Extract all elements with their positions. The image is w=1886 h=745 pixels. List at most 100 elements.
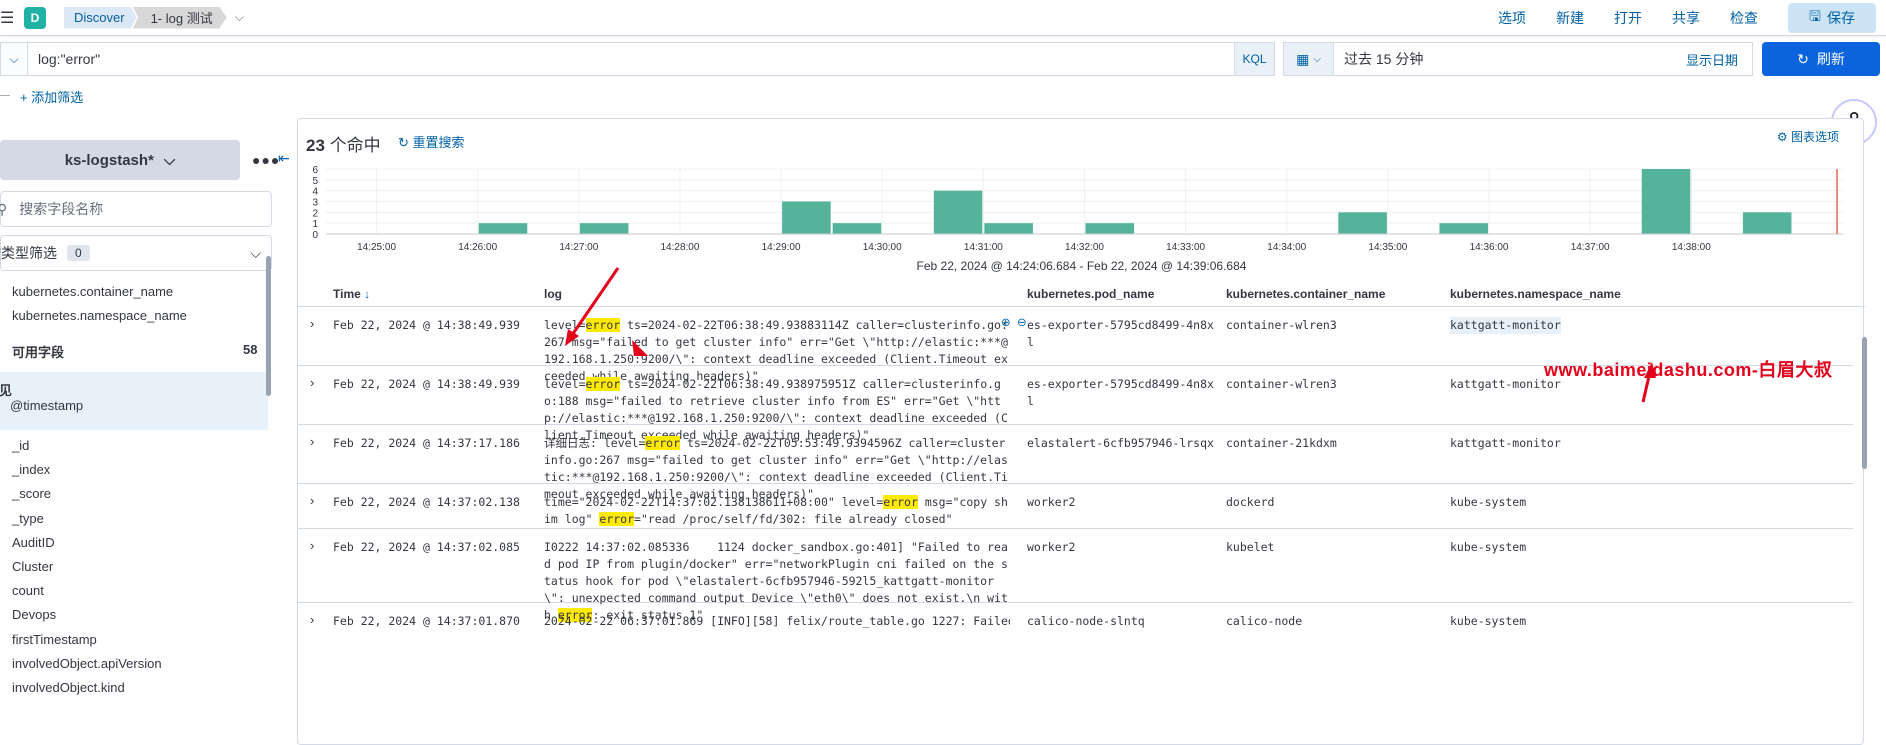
field-item[interactable]: AuditID [12,535,55,550]
field-item[interactable]: involvedObject.kind [12,680,125,695]
results-scrollbar[interactable] [1862,337,1867,469]
avatar[interactable]: D [24,6,46,29]
cell-namespace: kube-system [1450,540,1527,554]
share-link[interactable]: 共享 [1672,8,1700,28]
histogram-bar[interactable] [579,223,629,234]
log-text: 详细日志: level= [544,436,646,450]
histogram-bar[interactable] [832,223,882,234]
inspect-link[interactable]: 检查 [1730,8,1758,28]
selected-field[interactable]: kubernetes.namespace_name [12,308,187,323]
reset-search-link[interactable]: ↻ 重置搜索 [398,132,465,151]
filter-out-value-icon[interactable]: ⊖ [1017,315,1027,332]
x-tick-label: 14:32:00 [1065,242,1104,253]
column-header-container[interactable]: kubernetes.container_name [1226,287,1385,301]
y-tick-label: 6 [312,165,318,176]
histogram-bar[interactable] [1338,212,1387,234]
cell-namespace: kube-system [1450,614,1527,628]
time-range[interactable]: 过去 15 分钟 [1334,49,1686,69]
add-filter-link[interactable]: + 添加筛选 [20,87,83,106]
kql-toggle[interactable]: KQL [1234,43,1274,75]
query-bar: ⌵ log:"error" KQL [0,42,1275,76]
collapse-sidebar-icon[interactable]: ⇤ [278,150,290,167]
expand-icon[interactable]: › [310,374,314,391]
more-options-icon[interactable]: ●●● [252,152,280,168]
index-pattern-label: ks-logstash* [64,151,154,169]
column-header-namespace[interactable]: kubernetes.namespace_name [1450,287,1621,301]
field-item[interactable]: _id [12,438,29,453]
field-item[interactable]: _type [12,511,44,526]
column-header-time[interactable]: Time ↓ [333,287,370,301]
field-item[interactable]: @timestamp [10,398,83,413]
gear-icon: ⚙ [1776,130,1788,144]
field-item[interactable]: count [12,583,44,598]
show-dates-link[interactable]: 显示日期 [1686,50,1738,69]
index-pattern-selector[interactable]: ks-logstash* ⌵ [0,140,240,180]
histogram-bar[interactable] [478,223,528,234]
x-tick-label: 14:34:00 [1267,242,1306,253]
quick-menu-button[interactable]: ▦ ⌵ [1284,43,1334,75]
table-row[interactable]: › Feb 22, 2024 @ 14:37:01.870 2024-02-22… [298,603,1853,643]
hit-suffix: 个命中 [329,136,381,155]
filter-count-badge: 0 [67,245,90,261]
x-tick-label: 14:35:00 [1368,242,1407,253]
chevron-down-icon[interactable]: ⌵ [235,10,244,25]
calendar-icon: ▦ [1296,50,1310,67]
log-text: level= [544,318,586,332]
field-item[interactable]: Cluster [12,559,53,574]
field-search[interactable]: ⚲ 搜索字段名称 [0,191,272,227]
expand-icon[interactable]: › [310,492,314,509]
y-tick-label: 4 [312,187,318,198]
query-input[interactable]: log:"error" [27,43,1234,75]
filter-for-value-icon[interactable]: ⊕ [1001,315,1011,332]
menu-icon[interactable]: ☰ [0,8,14,28]
x-tick-label: 14:31:00 [964,242,1003,253]
cell-log: time="2024-02-22T14:37:02.138138611+08:0… [544,494,1010,528]
x-tick-label: 14:33:00 [1166,242,1205,253]
table-row[interactable]: › Feb 22, 2024 @ 14:37:02.085 I0222 14:3… [298,529,1853,622]
refresh-button[interactable]: ↻ 刷新 [1762,42,1880,76]
open-link[interactable]: 打开 [1614,8,1642,28]
field-search-placeholder: 搜索字段名称 [19,201,104,217]
breadcrumb-discover[interactable]: Discover [64,6,137,29]
highlight: error [585,377,621,391]
expand-icon[interactable]: › [310,315,314,332]
cell-container: container-wlren3 [1226,318,1337,332]
column-header-log[interactable]: log [544,287,562,301]
y-tick-label: 0 [312,230,318,241]
field-item[interactable]: Devops [12,607,56,622]
expand-icon[interactable]: › [310,611,314,628]
column-header-pod[interactable]: kubernetes.pod_name [1027,287,1154,301]
new-link[interactable]: 新建 [1556,8,1584,28]
cell-time: Feb 22, 2024 @ 14:37:02.138 [333,495,520,509]
date-picker: ▦ ⌵ 过去 15 分钟 显示日期 [1283,42,1753,76]
histogram-bar[interactable] [933,190,983,234]
options-link[interactable]: 选项 [1498,8,1526,28]
field-item[interactable]: firstTimestamp [12,632,97,647]
histogram-bar[interactable] [1439,223,1489,234]
sidebar-scrollbar[interactable] [266,256,271,396]
available-fields-title[interactable]: 可用字段 [12,342,64,361]
chart-options-link[interactable]: ⚙ 图表选项 [1777,128,1839,145]
histogram-bar[interactable] [1742,212,1792,234]
sort-down-icon[interactable]: ↓ [364,287,370,301]
log-text: time="2024-02-22T14:37:02.138138611+08:0… [544,495,884,509]
field-item[interactable]: involvedObject.apiVersion [12,656,162,671]
save-icon: 🖫 [1809,8,1821,24]
field-item[interactable]: _score [12,486,51,501]
table-row[interactable]: › Feb 22, 2024 @ 14:37:02.138 time="2024… [298,484,1853,529]
selected-field[interactable]: kubernetes.container_name [12,284,173,299]
save-button[interactable]: 🖫 保存 [1788,3,1876,33]
histogram-bar[interactable] [984,223,1033,234]
expand-icon[interactable]: › [310,537,314,554]
field-item[interactable]: _index [12,462,50,477]
filter-by-type[interactable]: 按类型筛选 0 ⌵ [0,235,272,271]
table-row[interactable]: › Feb 22, 2024 @ 14:37:17.186 详细日志: leve… [298,425,1853,501]
cell-pod: es-exporter-5795cd8499-4n8xl [1027,377,1214,408]
x-tick-label: 14:36:00 [1470,242,1509,253]
x-tick-label: 14:29:00 [762,242,801,253]
histogram-bar[interactable] [1641,169,1691,234]
histogram-bar[interactable] [1085,223,1135,234]
histogram-bar[interactable] [782,201,831,235]
expand-icon[interactable]: › [310,433,314,450]
chevron-down-icon[interactable]: ⌵ [1,52,27,67]
